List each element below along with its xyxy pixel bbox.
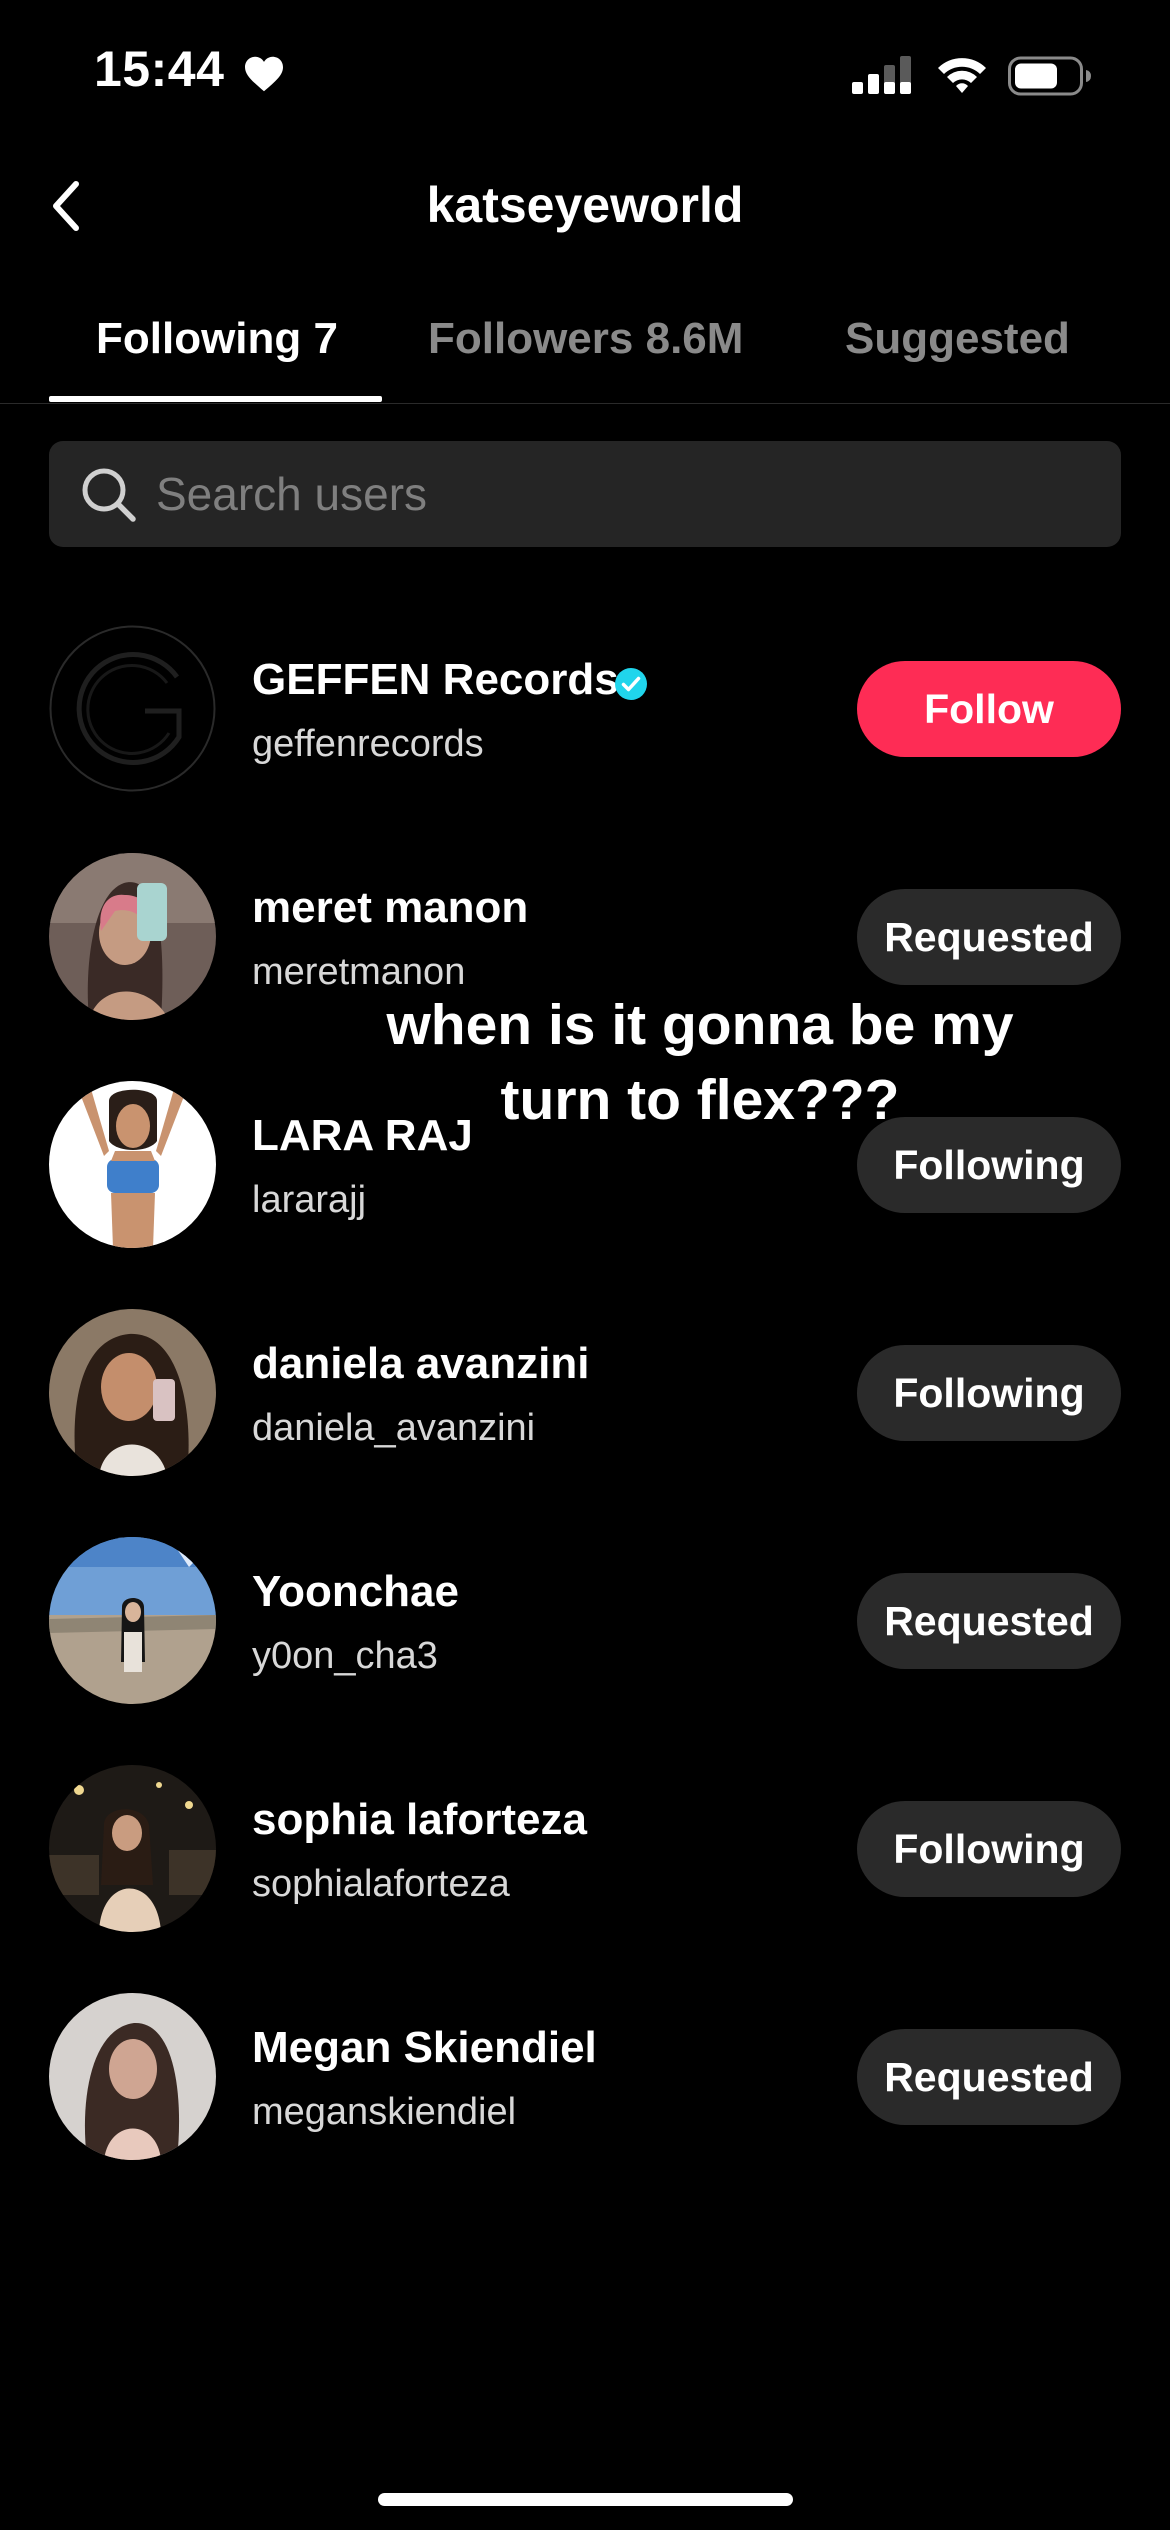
requested-button[interactable]: Requested — [857, 1573, 1121, 1669]
following-button[interactable]: Following — [857, 1801, 1121, 1897]
cellular-signal-icon — [852, 56, 911, 94]
verified-badge-icon — [615, 668, 647, 700]
user-name: Megan Skiendiel — [252, 2023, 597, 2072]
user-name: meret manon — [252, 883, 529, 932]
search-input[interactable] — [156, 441, 1096, 547]
page-title: katseyeworld — [426, 177, 744, 233]
user-handle: geffenrecords — [252, 723, 484, 765]
avatar[interactable] — [49, 1993, 216, 2160]
overlay-caption-line1: when is it gonna be my — [386, 993, 1014, 1057]
tab-following[interactable]: Following 7 — [96, 314, 338, 364]
tab-bar: Following 7 Followers 8.6M Suggested — [0, 300, 1170, 404]
tab-suggested[interactable]: Suggested — [845, 314, 1070, 364]
user-name: sophia laforteza — [252, 1795, 587, 1844]
user-handle: lararajj — [252, 1179, 367, 1221]
user-handle: daniela_avanzini — [252, 1407, 536, 1449]
follow-button[interactable]: Follow — [857, 661, 1121, 757]
user-handle: meganskiendiel — [252, 2091, 517, 2133]
avatar[interactable] — [49, 1537, 216, 1704]
user-handle: sophialaforteza — [252, 1863, 510, 1905]
overlay-caption-line2: turn to flex??? — [500, 1068, 900, 1132]
avatar[interactable] — [49, 1081, 216, 1248]
active-tab-indicator — [49, 396, 382, 402]
search-bar[interactable] — [49, 441, 1121, 547]
user-name: daniela avanzini — [252, 1339, 590, 1388]
avatar[interactable] — [49, 625, 216, 792]
following-screen: 15:44 katseyeworld Following 7 Followers… — [0, 0, 1170, 2530]
home-indicator[interactable] — [378, 2493, 793, 2506]
list-item-user[interactable]: daniela avanzini daniela_avanzini Follow… — [0, 1309, 1170, 1509]
following-button[interactable]: Following — [857, 1345, 1121, 1441]
user-handle: y0on_cha3 — [252, 1635, 438, 1677]
avatar[interactable] — [49, 1309, 216, 1476]
search-icon — [82, 468, 136, 522]
overlay-caption: when is it gonna be my turn to flex??? — [340, 988, 1060, 1138]
list-item-user[interactable]: GEFFEN Records geffenrecords Follow — [0, 625, 1170, 825]
avatar[interactable] — [49, 1765, 216, 1932]
list-item-user[interactable]: Yoonchae y0on_cha3 Requested — [0, 1537, 1170, 1737]
list-item-user[interactable]: sophia laforteza sophialaforteza Followi… — [0, 1765, 1170, 1965]
status-bar: 15:44 — [0, 0, 1170, 150]
user-name: GEFFEN Records — [252, 655, 619, 704]
heart-icon — [245, 56, 283, 92]
user-name: Yoonchae — [252, 1567, 460, 1616]
requested-button[interactable]: Requested — [857, 2029, 1121, 2125]
status-time: 15:44 — [94, 41, 225, 97]
avatar[interactable] — [49, 853, 216, 1020]
wifi-icon — [938, 58, 986, 93]
list-item-user[interactable]: Megan Skiendiel meganskiendiel Requested — [0, 1993, 1170, 2193]
requested-button[interactable]: Requested — [857, 889, 1121, 985]
battery-icon — [1008, 56, 1091, 96]
tab-followers[interactable]: Followers 8.6M — [428, 314, 743, 364]
